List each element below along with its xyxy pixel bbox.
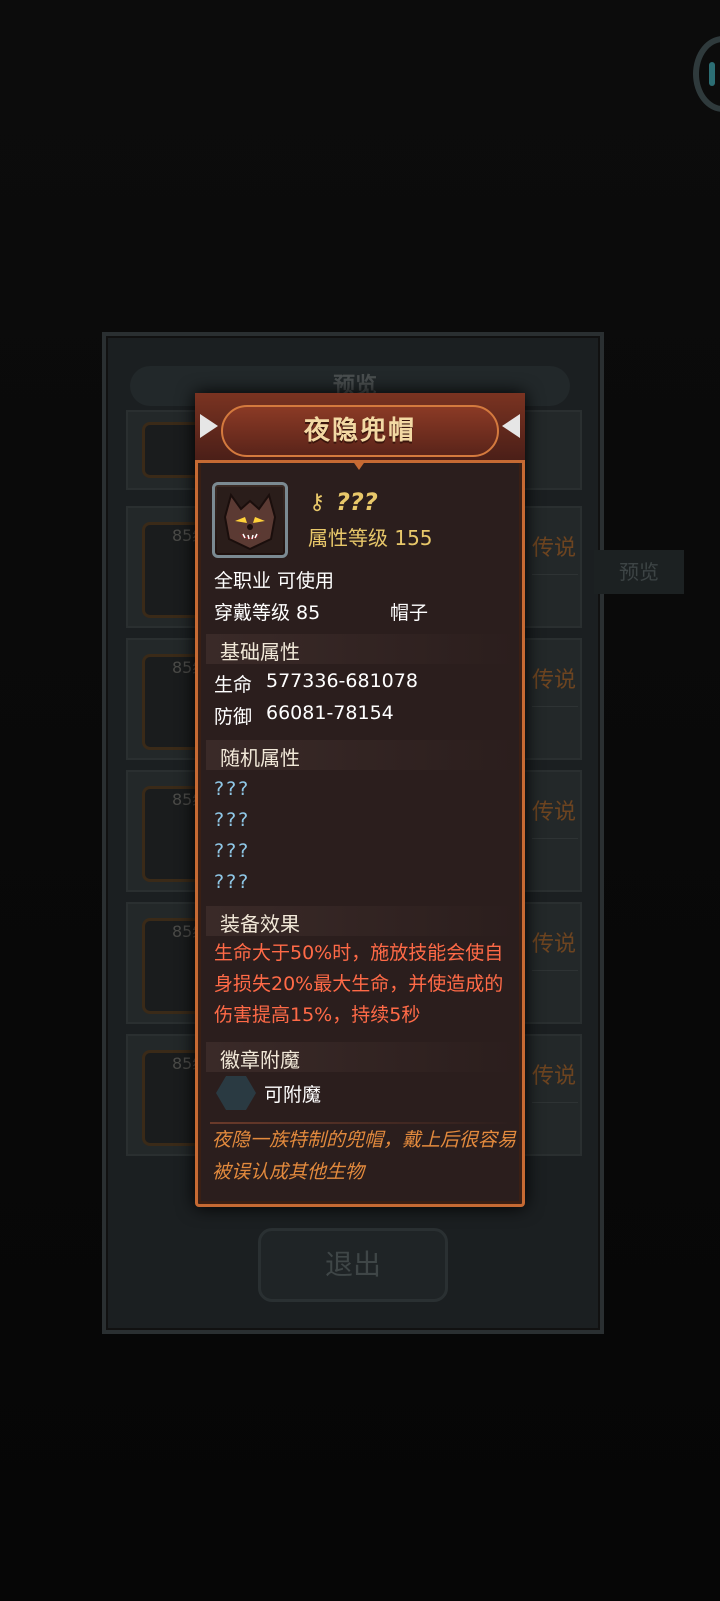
stat-label-def: 防御 [214, 706, 253, 728]
werewolf-helmet-icon [217, 487, 283, 553]
rarity-label: 传说 [532, 800, 577, 825]
divider [532, 706, 578, 707]
enchant-status: 可附魔 [264, 1084, 322, 1106]
item-icon-frame [212, 482, 288, 558]
section-title: 徽章附魔 [220, 1048, 300, 1072]
attribute-level: 属性等级 155 [308, 526, 433, 550]
section-header-effect: 装备效果 [206, 906, 516, 936]
rarity-label: 传说 [532, 668, 577, 693]
stat-value-def: 66081-78154 [266, 702, 394, 724]
divider [532, 574, 578, 575]
item-description: 夜隐一族特制的兜帽，戴上后很容易被误认成其他生物 [212, 1129, 517, 1183]
random-stat: ??? [214, 871, 251, 893]
side-preview-button[interactable]: 预览 [594, 550, 684, 594]
key-icon: ⚷ [309, 490, 326, 515]
rarity-label: 传说 [532, 932, 577, 957]
rarity-label: 传说 [532, 536, 577, 561]
slot-type: 帽子 [390, 602, 429, 624]
divider [532, 838, 578, 839]
section-header-emblem: 徽章附魔 [206, 1042, 516, 1072]
wear-level: 穿戴等级 85 [214, 602, 321, 624]
divider [532, 970, 578, 971]
exit-button[interactable]: 退出 [258, 1228, 448, 1302]
section-header-base: 基础属性 [206, 634, 516, 664]
class-requirement: 全职业 可使用 [214, 570, 335, 592]
arrow-left-icon [200, 414, 218, 438]
item-unknown-label: ??? [336, 488, 378, 516]
arrow-right-icon [502, 414, 520, 438]
random-stat: ??? [214, 778, 251, 800]
rarity-label: 传说 [532, 1064, 577, 1089]
equip-effect-text: 生命大于50%时，施放技能会使自身损失20%最大生命，并使造成的伤害提高15%，… [214, 942, 504, 1026]
divider [532, 1102, 578, 1103]
item-name: 夜隐兜帽 [303, 416, 416, 446]
section-title: 装备效果 [220, 912, 300, 936]
random-stat: ??? [214, 840, 251, 862]
section-title: 基础属性 [220, 640, 300, 664]
stat-value-hp: 577336-681078 [266, 670, 418, 692]
section-title: 随机属性 [220, 746, 300, 770]
random-stat: ??? [214, 809, 251, 831]
stat-label-hp: 生命 [214, 674, 253, 696]
section-header-random: 随机属性 [206, 740, 516, 770]
